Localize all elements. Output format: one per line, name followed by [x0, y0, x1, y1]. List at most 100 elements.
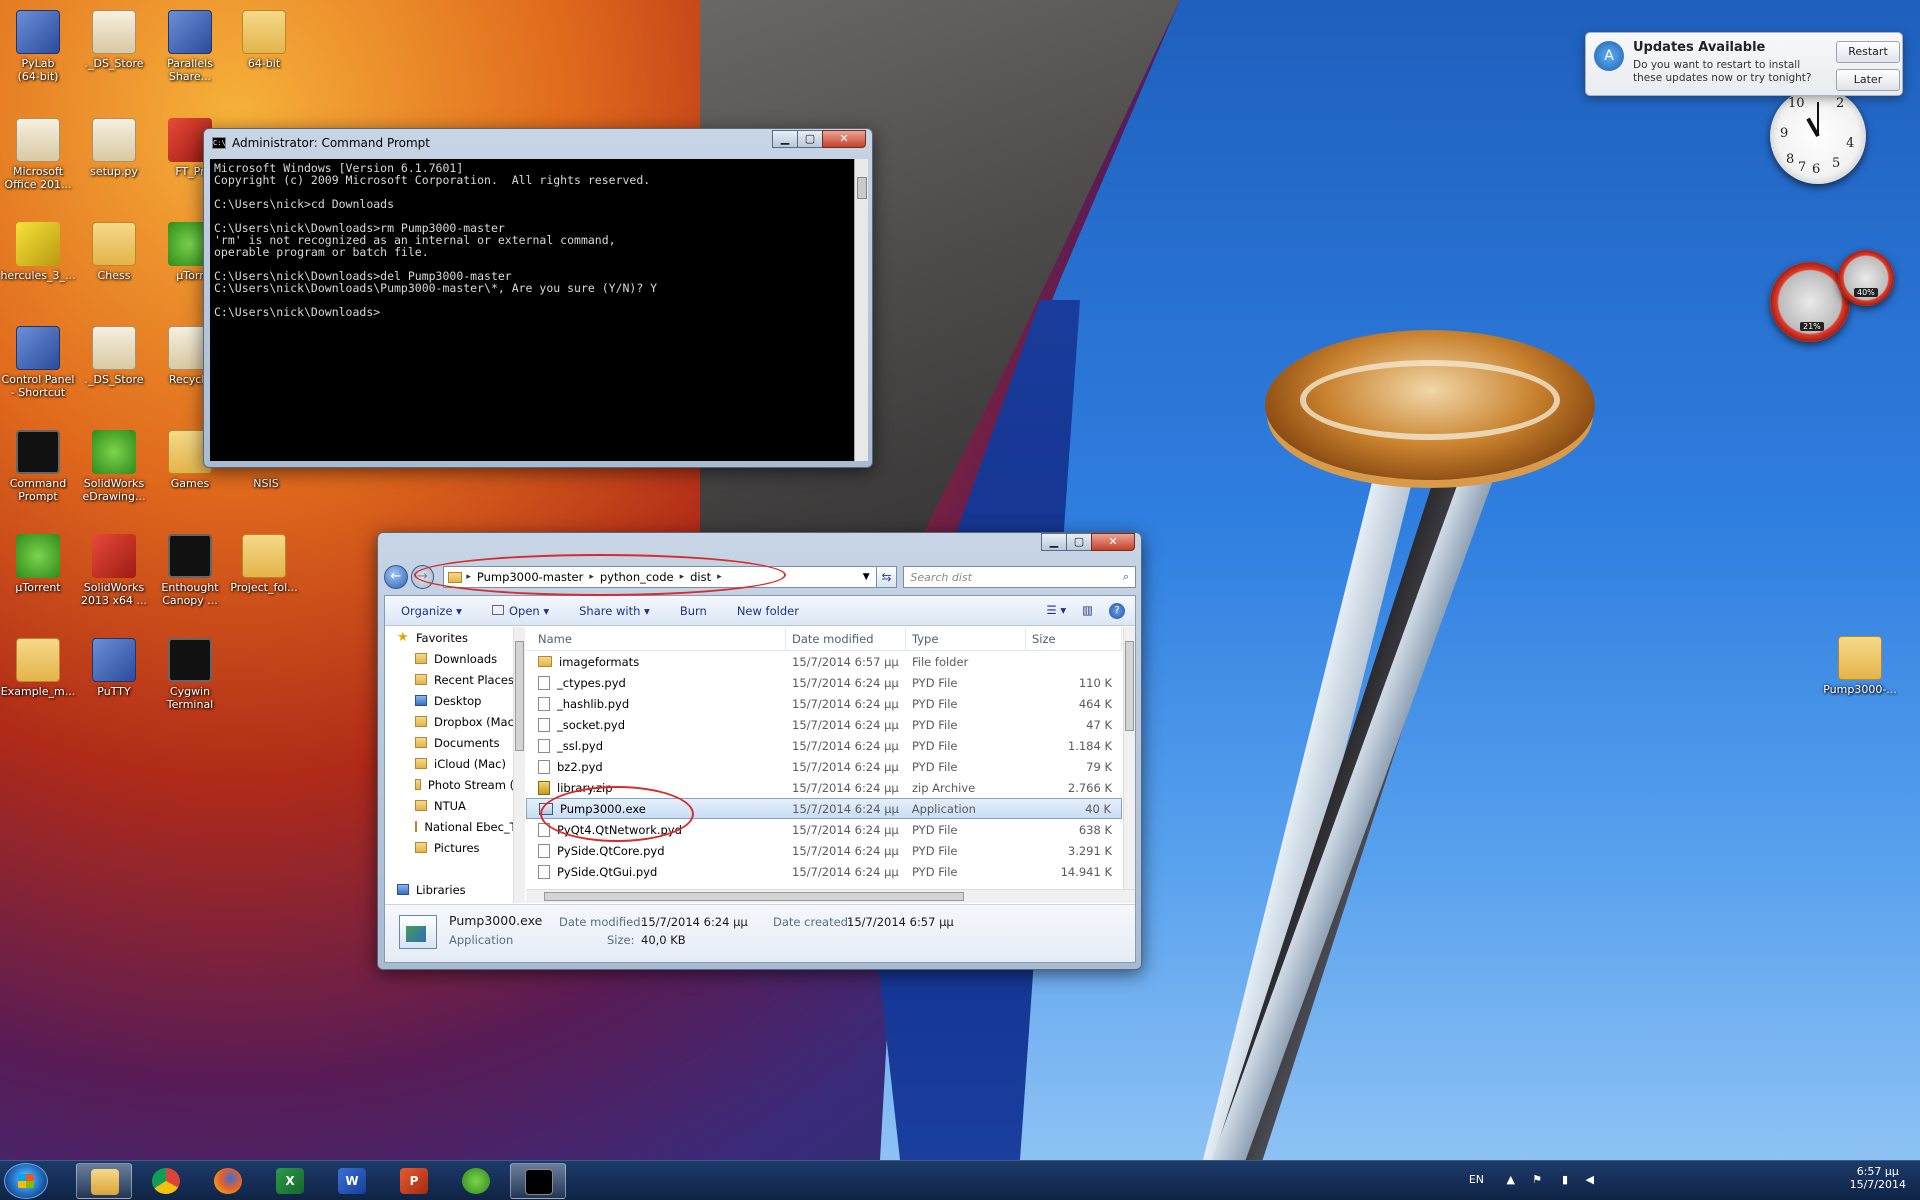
taskbar-chrome[interactable] — [138, 1163, 194, 1199]
desktop-icon-ds-store[interactable]: ._DS_Store — [76, 10, 152, 70]
nav-downloads[interactable]: Downloads — [385, 648, 524, 669]
column-size[interactable]: Size — [1026, 627, 1122, 651]
burn-button[interactable]: Burn — [680, 604, 707, 618]
new-folder-button[interactable]: New folder — [737, 604, 799, 618]
nav-libraries[interactable]: Libraries — [385, 879, 524, 900]
cmd-console-output[interactable]: Microsoft Windows [Version 6.1.7601] Cop… — [210, 159, 854, 461]
desktop-icon-pylab[interactable]: PyLab (64-bit) — [0, 10, 76, 83]
tray-volume-icon[interactable]: ◀ — [1586, 1173, 1594, 1186]
scroll-thumb[interactable] — [1125, 641, 1134, 731]
desktop-icon-solidworks-2013[interactable]: SolidWorks 2013 x64 ... — [76, 534, 152, 607]
command-prompt-window[interactable]: C:\ Administrator: Command Prompt ▁ ▢ ✕ … — [203, 128, 873, 468]
preview-pane-icon[interactable]: ▥ — [1082, 603, 1093, 619]
desktop-icon-parallels-share[interactable]: Parallels Share... — [152, 10, 228, 83]
nav-pane-scrollbar[interactable] — [513, 627, 525, 903]
file-row[interactable]: _socket.pyd 15/7/2014 6:24 μμ PYD File 47 K — [526, 714, 1122, 735]
file-row[interactable]: Pump3000.exe 15/7/2014 6:24 μμ Application… — [526, 798, 1122, 819]
breadcrumb-python-code[interactable]: python_code — [594, 570, 680, 584]
taskbar-powerpoint[interactable]: P — [386, 1163, 442, 1199]
language-indicator[interactable]: EN — [1469, 1173, 1484, 1186]
file-row[interactable]: imageformats 15/7/2014 6:57 μμ File folder — [526, 651, 1122, 672]
desktop-icon-control-panel[interactable]: Control Panel - Shortcut — [0, 326, 76, 399]
breadcrumb-dist[interactable]: dist — [684, 570, 717, 584]
tray-expand-icon[interactable]: ▲ — [1507, 1173, 1515, 1186]
desktop-icon-ds-store-2[interactable]: ._DS_Store — [76, 326, 152, 386]
close-icon[interactable]: ✕ — [1091, 533, 1135, 551]
file-row[interactable]: PySide.QtCore.pyd 15/7/2014 6:24 μμ PYD Fi… — [526, 840, 1122, 861]
maximize-icon[interactable]: ▢ — [1066, 533, 1092, 551]
desktop-icon-putty[interactable]: PuTTY — [76, 638, 152, 698]
forward-arrow-icon[interactable]: → — [410, 565, 435, 589]
scroll-thumb[interactable] — [857, 177, 867, 199]
nav-photo-stream[interactable]: Photo Stream (M — [385, 774, 524, 795]
desktop-icon-ms-office[interactable]: Microsoft Office 201... — [0, 118, 76, 191]
help-icon[interactable]: ? — [1109, 602, 1125, 619]
desktop-icon-pump3000[interactable]: Pump3000-... — [1822, 636, 1898, 696]
file-row[interactable]: PySide.QtGui.pyd 15/7/2014 6:24 μμ PYD Fil… — [526, 861, 1122, 882]
file-list-horizontal-scrollbar[interactable] — [526, 889, 1135, 903]
desktop-icon-enthought[interactable]: Enthought Canopy ... — [152, 534, 228, 607]
later-button[interactable]: Later — [1836, 69, 1900, 91]
desktop-icon-chess[interactable]: Chess — [76, 222, 152, 282]
memory-meter-gadget[interactable]: 40% — [1838, 250, 1894, 306]
back-arrow-icon[interactable]: ← — [384, 565, 408, 589]
scroll-thumb[interactable] — [515, 641, 524, 751]
nav-favorites[interactable]: ★ Favorites — [385, 627, 524, 648]
address-dropdown-icon[interactable]: ▼ — [863, 572, 870, 582]
cmd-scrollbar[interactable] — [854, 159, 868, 461]
taskbar-command-prompt[interactable] — [510, 1163, 566, 1199]
column-name[interactable]: Name — [526, 627, 786, 651]
scroll-thumb[interactable] — [544, 892, 964, 901]
file-row[interactable]: _ctypes.pyd 15/7/2014 6:24 μμ PYD File 110 … — [526, 672, 1122, 693]
nav-recent-places[interactable]: Recent Places — [385, 669, 524, 690]
minimize-icon[interactable]: ▁ — [772, 130, 798, 148]
tray-network-icon[interactable]: ▮ — [1562, 1173, 1568, 1186]
explorer-window[interactable]: ▁ ▢ ✕ ← → ▸ Pump3000-master ▸ python_cod… — [377, 532, 1142, 970]
file-row[interactable]: library.zip 15/7/2014 6:24 μμ zip Archive 2… — [526, 777, 1122, 798]
nav-desktop[interactable]: Desktop — [385, 690, 524, 711]
tray-flag-icon[interactable]: ⚑ — [1532, 1173, 1542, 1186]
desktop-icon-example-m[interactable]: Example_m... — [0, 638, 76, 698]
desktop-icon-solidworks-edrawing[interactable]: SolidWorks eDrawing... — [76, 430, 152, 503]
close-icon[interactable]: ✕ — [822, 130, 866, 148]
clock-gadget[interactable]: 10 2 9 4 8 6 5 7 — [1770, 88, 1866, 184]
file-row[interactable]: _ssl.pyd 15/7/2014 6:24 μμ PYD File 1.184 K — [526, 735, 1122, 756]
taskbar-explorer[interactable] — [76, 1163, 132, 1199]
desktop-icon-project-fol[interactable]: Project_fol... — [226, 534, 302, 594]
nav-icloud[interactable]: iCloud (Mac) — [385, 753, 524, 774]
file-row[interactable]: _hashlib.pyd 15/7/2014 6:24 μμ PYD File 464… — [526, 693, 1122, 714]
column-date-modified[interactable]: Date modified — [786, 627, 906, 651]
desktop-icon-64-bit[interactable]: 64-bit — [226, 10, 302, 70]
nav-dropbox[interactable]: Dropbox (Mac) — [385, 711, 524, 732]
view-options-icon[interactable]: ☰ ▾ — [1046, 603, 1066, 619]
address-bar[interactable]: ▸ Pump3000-master ▸ python_code ▸ dist ▸… — [443, 566, 877, 588]
nav-documents[interactable]: Documents — [385, 732, 524, 753]
maximize-icon[interactable]: ▢ — [797, 130, 823, 148]
desktop-icon-utorrent[interactable]: µTorrent — [0, 534, 76, 594]
desktop-icon-hercules[interactable]: hercules_3_... — [0, 222, 76, 282]
taskbar-utorrent[interactable] — [448, 1163, 504, 1199]
search-input[interactable]: Search dist ⌕ — [903, 566, 1136, 588]
open-button[interactable]: Open ▾ — [491, 604, 549, 618]
nav-national-ebec[interactable]: National Ebec_Th — [385, 816, 524, 837]
taskbar-word[interactable]: W — [324, 1163, 380, 1199]
share-with-button[interactable]: Share with ▾ — [579, 604, 650, 618]
file-row[interactable]: bz2.pyd 15/7/2014 6:24 μμ PYD File 79 K — [526, 756, 1122, 777]
column-type[interactable]: Type — [906, 627, 1026, 651]
file-row[interactable]: PyQt4.QtNetwork.pyd 15/7/2014 6:24 μμ PYD … — [526, 819, 1122, 840]
tray-clock[interactable]: 6:57 μμ 15/7/2014 — [1850, 1165, 1906, 1191]
restart-button[interactable]: Restart — [1836, 41, 1900, 63]
minimize-icon[interactable]: ▁ — [1041, 533, 1067, 551]
desktop-icon-command-prompt[interactable]: Command Prompt — [0, 430, 76, 503]
nav-pictures[interactable]: Pictures — [385, 837, 524, 858]
refresh-icon[interactable]: ⇆ — [875, 566, 898, 588]
breadcrumb-pump3000-master[interactable]: Pump3000-master — [471, 570, 590, 584]
nav-ntua[interactable]: NTUA — [385, 795, 524, 816]
breadcrumb-separator-icon[interactable]: ▸ — [717, 572, 722, 582]
desktop-icon-setup-py[interactable]: setup.py — [76, 118, 152, 178]
file-list-scrollbar[interactable] — [1123, 627, 1135, 889]
desktop-icon-cygwin[interactable]: Cygwin Terminal — [152, 638, 228, 711]
start-button[interactable] — [4, 1163, 48, 1199]
taskbar-firefox[interactable] — [200, 1163, 256, 1199]
taskbar-excel[interactable]: X — [262, 1163, 318, 1199]
